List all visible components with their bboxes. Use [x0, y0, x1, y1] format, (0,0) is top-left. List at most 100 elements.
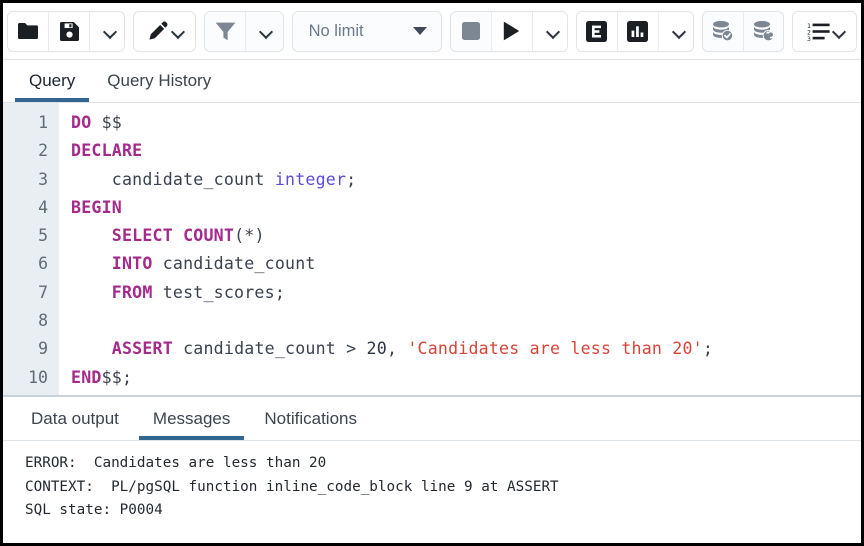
- message-line: ERROR: Candidates are less than 20: [25, 452, 861, 476]
- line-number: 1: [3, 109, 59, 137]
- tab-data-output-label: Data output: [31, 409, 119, 428]
- code-token: 'Candidates are less than 20': [407, 339, 703, 358]
- messages-content: ERROR: Candidates are less than 20CONTEX…: [3, 441, 861, 543]
- message-line: SQL state: P0004: [25, 499, 861, 523]
- stop-button[interactable]: [451, 12, 492, 51]
- code-token: [71, 283, 112, 302]
- database-check-commit-icon: [711, 20, 735, 42]
- query-tool-toolbar: No limit: [3, 3, 861, 60]
- code-token: INTO: [112, 254, 153, 273]
- execute-button-group: [450, 11, 568, 52]
- tab-query[interactable]: Query: [15, 65, 89, 102]
- stop-square-icon: [462, 22, 480, 40]
- code-token: END: [71, 368, 102, 387]
- filter-options-dropdown[interactable]: [246, 12, 283, 51]
- code-token: [71, 254, 112, 273]
- code-token: candidate_count >: [173, 339, 367, 358]
- code-token: integer: [275, 170, 346, 189]
- tab-query-history-label: Query History: [107, 71, 211, 90]
- editor-tabbar: Query Query History: [3, 60, 861, 103]
- code-token: SELECT COUNT: [112, 226, 234, 245]
- chevron-down-icon: [673, 27, 686, 35]
- line-number: 7: [3, 279, 59, 307]
- code-line: candidate_count integer;: [71, 166, 861, 194]
- code-line: [71, 392, 861, 395]
- folder-icon: [17, 22, 39, 40]
- macros-button[interactable]: 1 2 3: [793, 12, 856, 51]
- chevron-down-icon: [260, 27, 273, 35]
- explain-options-dropdown[interactable]: [659, 12, 694, 51]
- open-file-button[interactable]: [8, 12, 49, 51]
- chevron-down-icon: [833, 27, 842, 35]
- execute-options-dropdown[interactable]: [533, 12, 568, 51]
- code-token: candidate_count: [153, 254, 316, 273]
- code-line: INTO candidate_count: [71, 250, 861, 278]
- code-token: (*): [234, 226, 265, 245]
- line-number: 6: [3, 250, 59, 278]
- code-token: 20: [367, 339, 387, 358]
- code-token: ;: [703, 339, 713, 358]
- chevron-down-icon: [172, 27, 181, 35]
- output-panel: Data output Messages Notifications ERROR…: [3, 395, 861, 543]
- tab-notifications-label: Notifications: [264, 409, 357, 428]
- code-token: [91, 113, 101, 132]
- chevron-down-icon: [104, 27, 117, 35]
- sql-editor[interactable]: 1234567891011 DO $$DECLARE candidate_cou…: [3, 103, 861, 395]
- code-token: $$: [102, 113, 122, 132]
- line-number: 3: [3, 166, 59, 194]
- code-token: candidate_count: [71, 170, 275, 189]
- save-options-dropdown[interactable]: [90, 12, 125, 51]
- rollback-button[interactable]: [744, 12, 784, 51]
- code-line: BEGIN: [71, 194, 861, 222]
- code-line: SELECT COUNT(*): [71, 222, 861, 250]
- save-floppy-icon: [60, 22, 79, 41]
- tab-data-output[interactable]: Data output: [17, 403, 133, 440]
- line-number: 5: [3, 222, 59, 250]
- transaction-button-group: [702, 11, 784, 52]
- explain-analyze-button[interactable]: [618, 12, 659, 51]
- explain-button[interactable]: [577, 12, 618, 51]
- macros-button-group: 1 2 3: [792, 11, 857, 52]
- code-token: ;: [346, 170, 356, 189]
- code-line: ASSERT candidate_count > 20, 'Candidates…: [71, 335, 861, 363]
- code-token: [71, 339, 112, 358]
- message-line: CONTEXT: PL/pgSQL function inline_code_b…: [25, 476, 861, 500]
- code-token: DO: [71, 113, 91, 132]
- svg-text:3: 3: [807, 35, 811, 41]
- line-number: 11: [3, 392, 59, 395]
- code-token: $$;: [102, 368, 133, 387]
- code-line: [71, 307, 861, 335]
- code-line: DECLARE: [71, 137, 861, 165]
- edit-button-group: [133, 11, 196, 52]
- chevron-down-icon: [547, 27, 560, 35]
- line-number-gutter: 1234567891011: [3, 103, 59, 395]
- code-line: FROM test_scores;: [71, 279, 861, 307]
- code-token: test_scores;: [153, 283, 285, 302]
- execute-button[interactable]: [492, 12, 533, 51]
- code-line: DO $$: [71, 109, 861, 137]
- line-number: 10: [3, 364, 59, 392]
- code-token: ,: [387, 339, 407, 358]
- commit-button[interactable]: [703, 12, 744, 51]
- tab-query-label: Query: [29, 71, 75, 90]
- edit-button[interactable]: [134, 12, 195, 51]
- database-undo-rollback-icon: [752, 20, 776, 42]
- filter-button-group: [204, 11, 283, 52]
- line-number: 8: [3, 307, 59, 335]
- numbered-list-icon: 1 2 3: [807, 22, 830, 41]
- code-token: FROM: [112, 283, 153, 302]
- tab-messages-label: Messages: [153, 409, 230, 428]
- tab-notifications[interactable]: Notifications: [250, 403, 371, 440]
- file-button-group: [7, 11, 125, 52]
- row-limit-select[interactable]: No limit: [292, 11, 442, 52]
- save-file-button[interactable]: [49, 12, 90, 51]
- output-tabbar: Data output Messages Notifications: [3, 397, 861, 441]
- filter-button[interactable]: [205, 12, 246, 51]
- explain-e-icon: [586, 21, 607, 42]
- sql-code-area[interactable]: DO $$DECLARE candidate_count integer;BEG…: [59, 103, 861, 395]
- code-line: END$$;: [71, 364, 861, 392]
- code-token: DECLARE: [71, 141, 142, 160]
- tab-query-history[interactable]: Query History: [93, 65, 225, 102]
- code-token: ASSERT: [112, 339, 173, 358]
- tab-messages[interactable]: Messages: [139, 403, 244, 440]
